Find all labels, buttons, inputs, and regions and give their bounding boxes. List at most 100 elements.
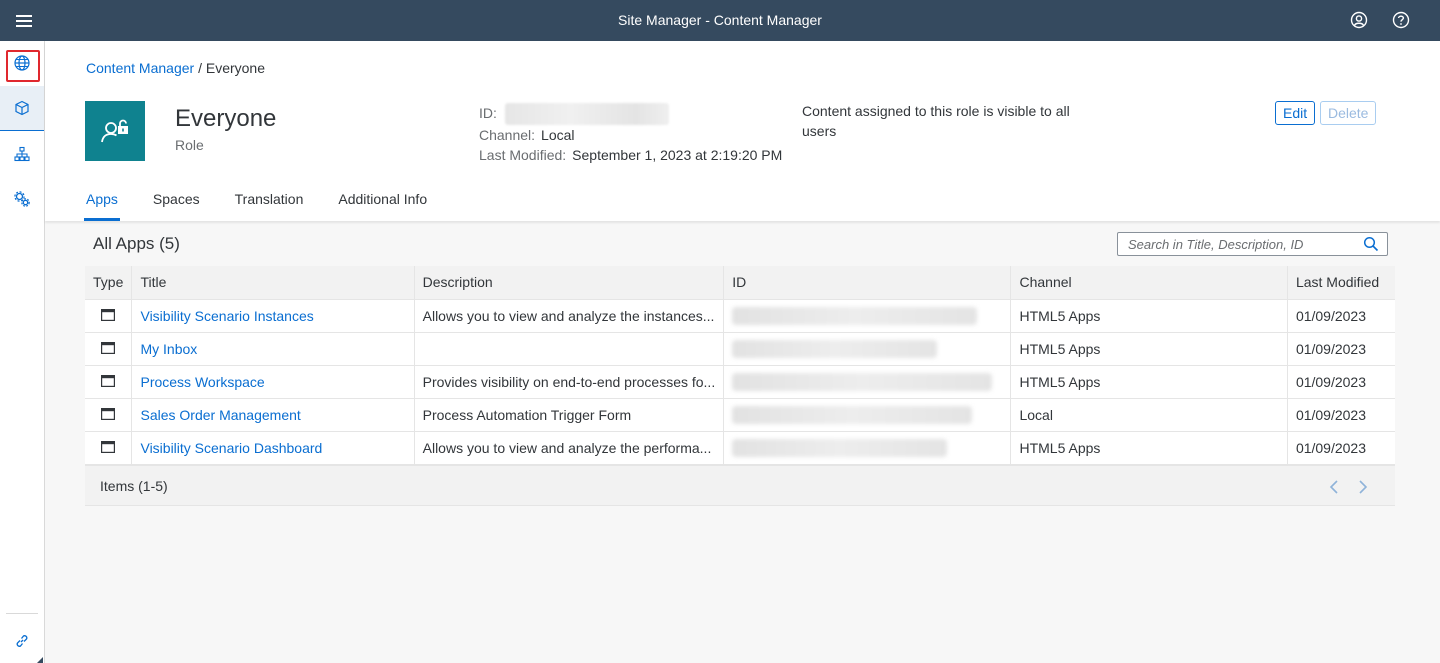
- hamburger-icon: [16, 15, 32, 27]
- items-count: Items (1-5): [100, 477, 168, 494]
- description-cell: [414, 332, 725, 366]
- table-row[interactable]: Process Workspace Provides visibility on…: [85, 365, 1395, 399]
- shell-bar: Site Manager - Content Manager: [0, 0, 1440, 41]
- column-header-last-modified[interactable]: Last Modified: [1287, 266, 1395, 300]
- column-header-description[interactable]: Description: [414, 266, 725, 300]
- id-redacted: [732, 372, 993, 391]
- type-cell: [85, 398, 133, 432]
- id-redacted: [732, 339, 938, 358]
- side-navigation: [0, 41, 45, 663]
- channel-cell: Local: [1010, 398, 1288, 432]
- apps-table-container: Type Title Description ID Channel Last M…: [85, 266, 1395, 506]
- channel-cell: HTML5 Apps: [1010, 299, 1288, 333]
- id-cell: [723, 299, 1012, 333]
- edit-button[interactable]: Edit: [1275, 101, 1316, 125]
- table-row[interactable]: Visibility Scenario Dashboard Allows you…: [85, 431, 1395, 465]
- id-value-redacted: [504, 103, 669, 125]
- modified-cell: 01/09/2023: [1287, 398, 1395, 432]
- app-window-icon: [101, 407, 116, 420]
- next-page-button[interactable]: [1353, 477, 1373, 497]
- channel-value: Local: [541, 127, 575, 143]
- modified-cell: 01/09/2023: [1287, 332, 1395, 366]
- last-modified-label: Last Modified:: [479, 147, 567, 163]
- resize-corner: [37, 657, 43, 663]
- object-subtitle: Role: [175, 137, 204, 153]
- id-cell: [723, 332, 1012, 366]
- app-title-link[interactable]: Process Workspace: [140, 374, 264, 390]
- user-lock-icon: [101, 119, 128, 143]
- title-cell: Process Workspace: [131, 365, 415, 399]
- user-profile-button[interactable]: [1347, 8, 1371, 32]
- channel-label: Channel:: [479, 127, 536, 143]
- sidenav-item-content-manager[interactable]: [0, 86, 44, 130]
- app-window-icon: [101, 341, 116, 354]
- main-content: Content Manager / Everyone Everyone Role…: [45, 41, 1440, 663]
- type-cell: [85, 365, 133, 399]
- object-attributes: ID: Channel: Local Last Modified: Septem…: [479, 103, 782, 165]
- tab-translation[interactable]: Translation: [235, 191, 304, 221]
- sidenav-item-site-directory[interactable]: [0, 41, 44, 85]
- app-title-link[interactable]: Visibility Scenario Dashboard: [140, 440, 322, 456]
- search-button[interactable]: [1363, 236, 1379, 255]
- description-cell: Process Automation Trigger Form: [414, 398, 725, 432]
- modified-cell: 01/09/2023: [1287, 431, 1395, 465]
- gears-icon: [14, 191, 30, 207]
- table-row[interactable]: My Inbox HTML5 Apps 01/09/2023: [85, 332, 1395, 366]
- tab-apps[interactable]: Apps: [84, 191, 120, 221]
- hamburger-menu-button[interactable]: [9, 9, 39, 33]
- title-cell: Sales Order Management: [131, 398, 415, 432]
- sidenav-item-hierarchy[interactable]: [0, 132, 44, 176]
- column-header-type[interactable]: Type: [85, 266, 133, 300]
- table-header-row: Type Title Description ID Channel Last M…: [85, 266, 1395, 300]
- app-window-icon: [101, 308, 116, 321]
- column-header-title[interactable]: Title: [131, 266, 415, 300]
- table-footer: Items (1-5): [85, 464, 1395, 506]
- app-title-link[interactable]: Visibility Scenario Instances: [140, 308, 313, 324]
- id-redacted: [732, 306, 978, 325]
- delete-button[interactable]: Delete: [1320, 101, 1377, 125]
- apps-table: Type Title Description ID Channel Last M…: [85, 266, 1395, 465]
- chevron-left-icon: [1329, 479, 1338, 494]
- title-cell: Visibility Scenario Instances: [131, 299, 415, 333]
- tab-bar: Apps Spaces Translation Additional Info: [84, 191, 462, 221]
- nav-selected-underline: [0, 130, 44, 131]
- breadcrumb-current: Everyone: [205, 60, 266, 76]
- breadcrumb: Content Manager / Everyone: [86, 60, 265, 76]
- channel-cell: HTML5 Apps: [1010, 431, 1288, 465]
- type-cell: [85, 299, 133, 333]
- id-redacted: [732, 405, 973, 424]
- previous-page-button[interactable]: [1324, 477, 1344, 497]
- help-icon: [1392, 11, 1410, 29]
- column-header-id[interactable]: ID: [723, 266, 1012, 300]
- tab-spaces[interactable]: Spaces: [153, 191, 200, 221]
- type-cell: [85, 332, 133, 366]
- table-title: All Apps (5): [93, 234, 180, 253]
- help-button[interactable]: [1389, 8, 1413, 32]
- search-input[interactable]: [1128, 233, 1364, 255]
- id-redacted: [732, 438, 948, 457]
- type-cell: [85, 431, 133, 465]
- id-cell: [723, 431, 1012, 465]
- column-header-channel[interactable]: Channel: [1010, 266, 1288, 300]
- id-label: ID:: [479, 105, 497, 121]
- hierarchy-icon: [14, 146, 30, 162]
- table-row[interactable]: Visibility Scenario Instances Allows you…: [85, 299, 1395, 333]
- app-title: Site Manager - Content Manager: [618, 12, 822, 28]
- title-cell: My Inbox: [131, 332, 415, 366]
- table-row[interactable]: Sales Order Management Process Automatio…: [85, 398, 1395, 432]
- app-title-link[interactable]: My Inbox: [140, 341, 197, 357]
- search-field: [1117, 232, 1388, 256]
- sidenav-bottom-divider: [6, 613, 38, 614]
- app-title-link[interactable]: Sales Order Management: [140, 407, 300, 423]
- channel-cell: HTML5 Apps: [1010, 365, 1288, 399]
- tab-additional-info[interactable]: Additional Info: [338, 191, 427, 221]
- sidenav-item-settings[interactable]: [0, 177, 44, 221]
- app-window-icon: [101, 374, 116, 387]
- last-modified-value: September 1, 2023 at 2:19:20 PM: [572, 147, 783, 163]
- globe-icon: [14, 55, 30, 71]
- breadcrumb-link-content-manager[interactable]: Content Manager: [86, 60, 194, 76]
- modified-cell: 01/09/2023: [1287, 299, 1395, 333]
- breadcrumb-separator: /: [198, 60, 202, 76]
- id-cell: [723, 398, 1012, 432]
- search-icon: [1363, 236, 1379, 252]
